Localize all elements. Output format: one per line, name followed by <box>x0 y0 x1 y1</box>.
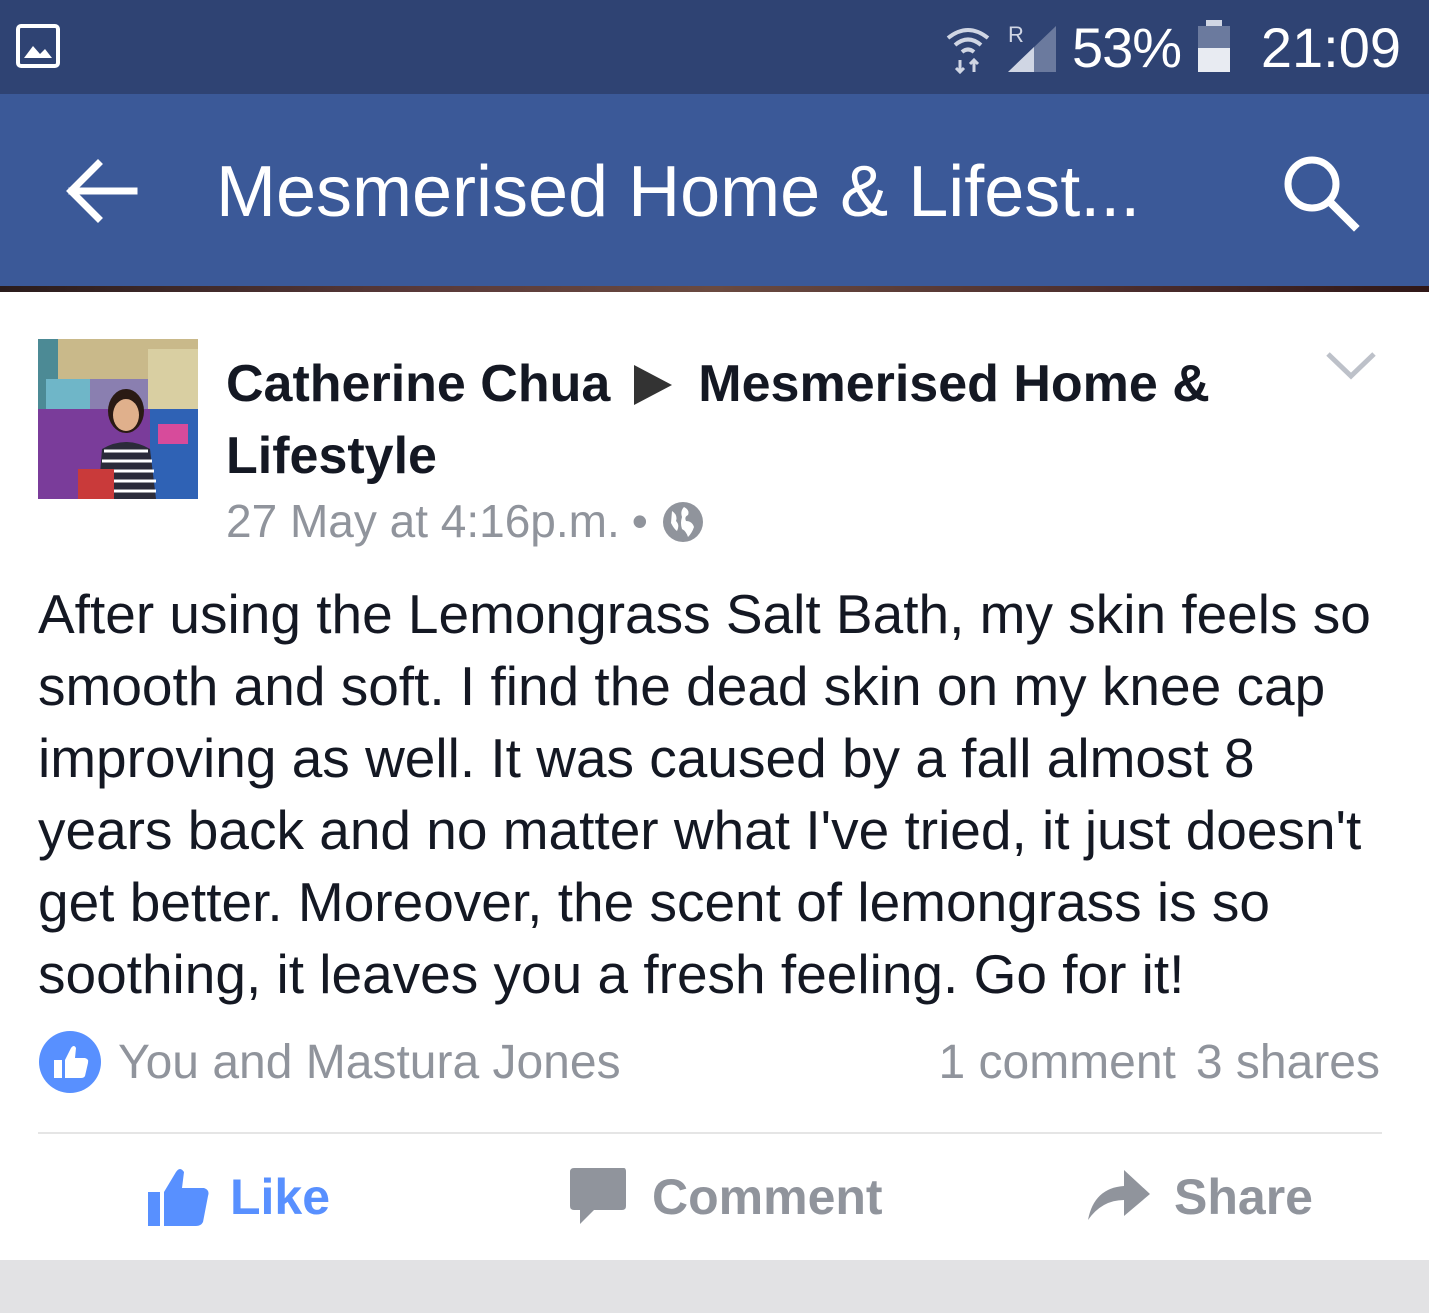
status-bar: R 53% 21:09 <box>0 0 1429 94</box>
avatar[interactable] <box>38 339 198 499</box>
post-body: After using the Lemongrass Salt Bath, my… <box>38 583 1371 1005</box>
author-name[interactable]: Catherine Chua <box>226 355 610 413</box>
battery-percentage: 53% <box>1072 16 1182 79</box>
divider <box>38 1132 1382 1134</box>
app-bar: Mesmerised Home & Lifest... <box>0 94 1429 286</box>
likers-text[interactable]: You and Mastura Jones <box>118 1033 621 1093</box>
share-arrow-icon <box>1088 1170 1150 1220</box>
like-button[interactable]: Like <box>146 1162 366 1232</box>
chevron-down-icon[interactable] <box>1324 350 1378 380</box>
post-header: Catherine Chua Mesmerised Home & Lifestyl… <box>226 348 1226 492</box>
post-meta: 27 May at 4:16p.m. • <box>226 491 704 551</box>
like-label: Like <box>230 1169 331 1225</box>
meta-separator: • <box>631 495 648 547</box>
comment-button[interactable]: Comment <box>568 1162 888 1232</box>
share-label: Share <box>1174 1169 1313 1225</box>
status-clock: 21:09 <box>1260 16 1401 79</box>
search-icon[interactable] <box>1278 150 1362 234</box>
thumbs-up-icon <box>148 1169 209 1226</box>
battery-icon <box>1198 20 1230 72</box>
shared-to-arrow-icon <box>634 365 673 405</box>
comment-bubble-icon <box>570 1168 626 1224</box>
signal-icon: R <box>1004 22 1058 72</box>
globe-icon <box>662 502 703 542</box>
like-reaction-icon <box>39 1031 101 1093</box>
comment-count[interactable]: 1 comment <box>938 1036 1175 1089</box>
roaming-indicator: R <box>1008 22 1024 47</box>
page-title: Mesmerised Home & Lifest... <box>216 152 1141 232</box>
comment-label: Comment <box>652 1169 883 1225</box>
share-count[interactable]: 3 shares <box>1196 1036 1380 1089</box>
engagement-counts: 1 comment 3 shares <box>938 1033 1380 1093</box>
reactions-bar: You and Mastura Jones 1 comment 3 shares <box>38 1030 1382 1096</box>
feed-separator <box>0 1260 1429 1313</box>
gallery-notification-icon <box>16 24 60 68</box>
post-card: Catherine Chua Mesmerised Home & Lifestyl… <box>0 292 1429 1260</box>
post-actions: Like Comment Share <box>0 1136 1429 1252</box>
back-arrow-icon[interactable] <box>60 154 144 228</box>
wifi-icon <box>946 28 990 74</box>
post-timestamp[interactable]: 27 May at 4:16p.m. <box>226 495 620 547</box>
share-button[interactable]: Share <box>1086 1162 1326 1232</box>
